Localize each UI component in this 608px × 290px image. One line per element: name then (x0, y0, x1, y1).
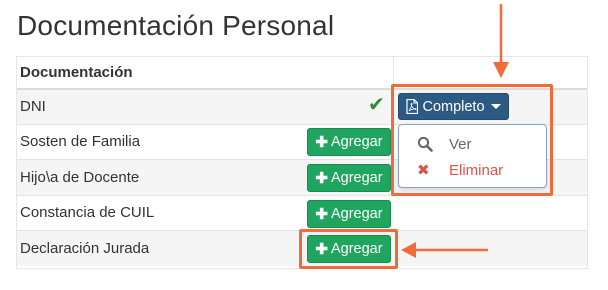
actions-dropdown-menu: Ver ✖ Eliminar (398, 124, 547, 188)
page-title: Documentación Personal (17, 10, 335, 41)
column-divider (393, 56, 394, 89)
checkmark-icon: ✔ (368, 94, 385, 116)
caret-down-icon (490, 104, 501, 109)
close-icon: ✖ (417, 162, 430, 179)
table-header-row: Documentación (16, 56, 588, 90)
plus-icon: ✚ (315, 205, 328, 223)
plus-icon: ✚ (315, 240, 328, 258)
plus-icon: ✚ (315, 169, 328, 187)
add-button-label: Agregar (330, 241, 383, 257)
completo-dropdown-button[interactable]: Completo (398, 93, 509, 120)
column-header-actions (394, 56, 588, 90)
add-button-label: Agregar (330, 206, 383, 222)
file-pdf-icon (406, 99, 419, 114)
document-action-cell (394, 230, 588, 266)
column-header-documentacion: Documentación (16, 56, 394, 90)
document-name: DNI (16, 88, 394, 124)
add-button-label: Agregar (330, 170, 383, 186)
add-button-declaracion-jurada[interactable]: ✚ Agregar (307, 235, 391, 263)
completo-label: Completo (422, 98, 485, 115)
dropdown-item-ver[interactable]: Ver (399, 131, 546, 157)
add-button-hijo-de-docente[interactable]: ✚ Agregar (307, 164, 391, 192)
dropdown-item-label: Eliminar (449, 161, 504, 179)
search-icon (417, 136, 437, 152)
table-row: Constancia de CUIL (16, 194, 588, 231)
dropdown-item-eliminar[interactable]: ✖ Eliminar (399, 157, 546, 183)
plus-icon: ✚ (315, 133, 328, 151)
dropdown-item-label: Ver (449, 135, 472, 153)
table-row: Declaración Jurada (16, 230, 588, 266)
add-button-constancia-de-cuil[interactable]: ✚ Agregar (307, 200, 391, 228)
add-button-label: Agregar (330, 134, 383, 150)
add-button-sosten-de-familia[interactable]: ✚ Agregar (307, 128, 391, 156)
document-action-cell (394, 194, 588, 231)
